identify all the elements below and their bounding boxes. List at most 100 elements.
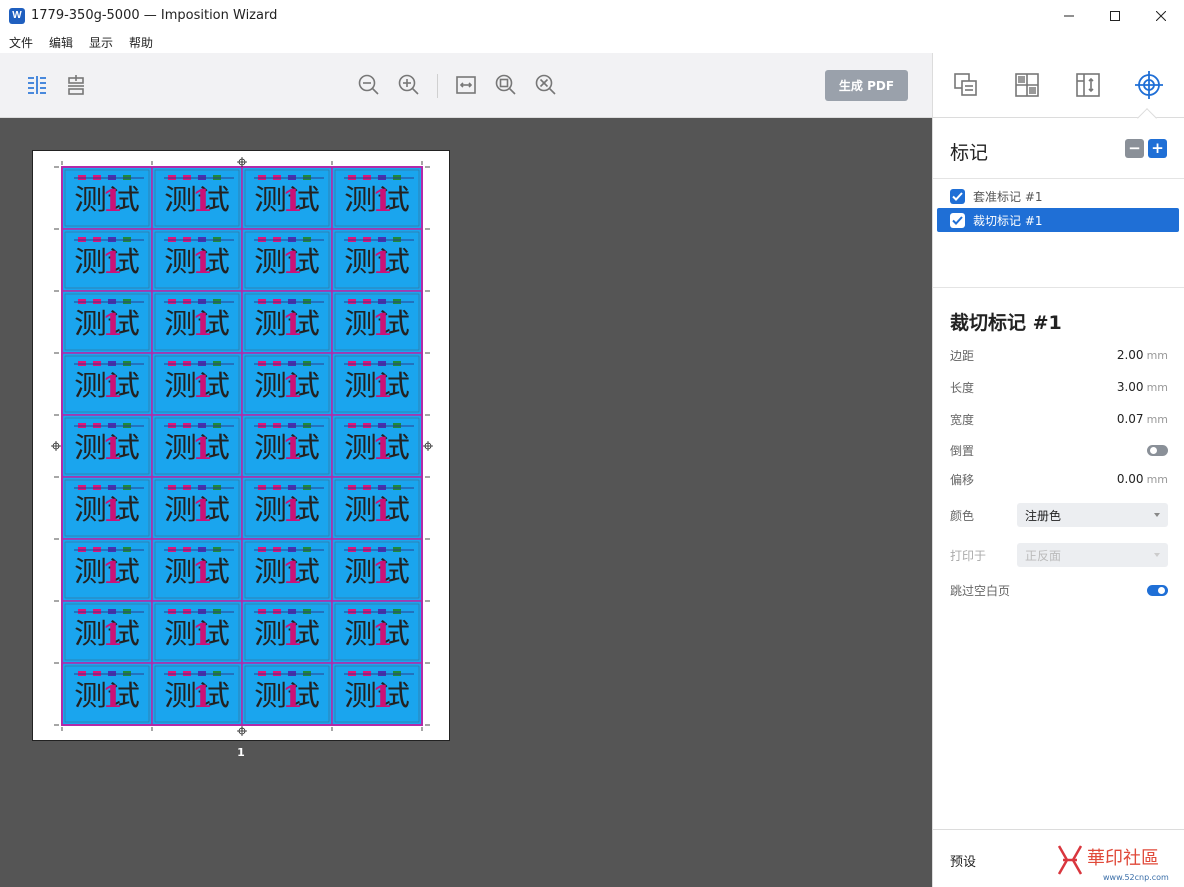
prop-label: 颜色 xyxy=(950,508,975,523)
prop-unit: mm xyxy=(1146,349,1168,362)
prop-unit: mm xyxy=(1146,381,1168,394)
prop-value: 0.07 xyxy=(1116,412,1144,426)
tab-sheet-size[interactable] xyxy=(1072,69,1104,101)
sheet-size-icon xyxy=(1076,73,1100,97)
tile-digit: 1 xyxy=(282,432,303,467)
fit-page-button[interactable] xyxy=(534,73,558,97)
remove-mark-button[interactable]: − xyxy=(1125,139,1144,158)
fit-page-icon xyxy=(535,74,556,95)
crosshair-marks-icon xyxy=(1135,71,1163,99)
mark-checkbox[interactable] xyxy=(950,188,965,204)
window-title: 1779-350g-5000 — Imposition Wizard xyxy=(31,8,278,23)
menu-view[interactable]: 显示 xyxy=(89,34,113,51)
tile-digit: 1 xyxy=(102,308,123,343)
zoom-out-button[interactable] xyxy=(357,73,381,97)
prop-print-on: 打印于 正反面 xyxy=(950,543,1168,567)
toolbar: 生成 PDF xyxy=(0,53,932,118)
tab-layout[interactable] xyxy=(1011,69,1043,101)
tile-digit: 1 xyxy=(282,680,303,715)
tab-pages[interactable] xyxy=(950,69,982,101)
menu-edit[interactable]: 编辑 xyxy=(49,34,73,51)
tile-digit: 1 xyxy=(282,184,303,219)
maximize-button[interactable] xyxy=(1092,0,1138,31)
mark-item-label: 裁切标记 #1 xyxy=(973,213,1043,228)
color-select[interactable]: 注册色 xyxy=(1017,503,1168,527)
tile-digit: 1 xyxy=(282,494,303,529)
select-value: 正反面 xyxy=(1025,548,1062,563)
toolbar-separator xyxy=(437,74,438,98)
menu-help[interactable]: 帮助 xyxy=(129,34,153,51)
close-button[interactable] xyxy=(1138,0,1184,31)
site-watermark-logo: 華印社區 www.52cnp.com xyxy=(1057,845,1169,882)
tile-digit: 1 xyxy=(372,370,393,405)
tile-digit: 1 xyxy=(102,184,123,219)
minimize-icon xyxy=(1064,15,1074,16)
chevron-down-icon xyxy=(1154,513,1160,517)
toggle-knob xyxy=(1150,446,1157,454)
mark-checkbox[interactable] xyxy=(950,212,965,228)
menu-file[interactable]: 文件 xyxy=(9,34,33,51)
prop-label: 边距 xyxy=(950,348,975,363)
invert-toggle[interactable] xyxy=(1147,444,1168,456)
sheet-page: 测试 1 测试 1 测试 1 测试 1 测试 1 测试 1 测试 1 测试 1 测试 1 测试 1 测试 1 测试 1 测试 1 测… xyxy=(32,150,450,741)
prop-label: 宽度 xyxy=(950,412,975,427)
prop-invert: 倒置 xyxy=(950,439,1168,461)
length-field[interactable]: 3.00 mm xyxy=(1117,380,1168,394)
properties-panel: 标记 − + 套准标记 #1 裁切标记 #1 裁切标记 #1 边距 2.00 mm… xyxy=(932,53,1184,887)
add-mark-button[interactable]: + xyxy=(1148,139,1167,158)
toggle-knob xyxy=(1158,586,1165,594)
prop-value: 0.00 xyxy=(1116,472,1144,486)
tile-digit: 1 xyxy=(372,246,393,281)
tile-digit: 1 xyxy=(102,556,123,591)
tile-digit: 1 xyxy=(102,494,123,529)
prop-unit: mm xyxy=(1146,413,1168,426)
imposition-preview: 测试1 测试1 测试1 测试1测试1 测试1 测试1 测试1测试1 测试1 测试1 测试1测试1 测… xyxy=(51,157,433,736)
layout-vertical-button[interactable] xyxy=(64,73,88,97)
prop-width: 宽度 0.07 mm xyxy=(950,408,1168,430)
page-number: 1 xyxy=(237,746,245,759)
prop-skip-blank: 跳过空白页 xyxy=(950,579,1168,601)
zoom-in-button[interactable] xyxy=(397,73,421,97)
tile-digit: 1 xyxy=(102,246,123,281)
tile-digit: 1 xyxy=(282,308,303,343)
layout-horizontal-button[interactable] xyxy=(25,73,49,97)
tile-digit: 1 xyxy=(282,246,303,281)
maximize-icon xyxy=(1110,10,1120,21)
prop-value: 2.00 xyxy=(1116,348,1144,362)
mark-item-registration[interactable]: 套准标记 #1 xyxy=(937,184,1179,208)
menu-bar: 文件 编辑 显示 帮助 xyxy=(0,31,1184,53)
tile-digit: 1 xyxy=(372,494,393,529)
tile-digit: 1 xyxy=(192,246,213,281)
presets-label[interactable]: 预设 xyxy=(950,851,976,870)
tile-digit: 1 xyxy=(192,308,213,343)
copy-pages-icon xyxy=(954,73,977,96)
mark-item-crop[interactable]: 裁切标记 #1 xyxy=(937,208,1179,232)
tile-digit: 1 xyxy=(192,370,213,405)
prop-label: 打印于 xyxy=(950,548,987,563)
panel-tabs xyxy=(933,53,1184,128)
tile-digit: 1 xyxy=(192,184,213,219)
tile-digit: 1 xyxy=(102,618,123,653)
prop-length: 长度 3.00 mm xyxy=(950,376,1168,398)
zoom-out-icon xyxy=(358,74,379,95)
tab-marks[interactable] xyxy=(1133,69,1165,101)
fit-width-button[interactable] xyxy=(454,73,478,97)
tile-digit: 1 xyxy=(282,618,303,653)
prop-label: 长度 xyxy=(950,380,975,395)
margin-field[interactable]: 2.00 mm xyxy=(1117,348,1168,362)
width-field[interactable]: 0.07 mm xyxy=(1117,412,1168,426)
minimize-button[interactable] xyxy=(1046,0,1092,31)
skip-blank-toggle[interactable] xyxy=(1147,584,1168,596)
tile-digit: 1 xyxy=(372,308,393,343)
tile-digit: 1 xyxy=(102,432,123,467)
offset-field[interactable]: 0.00 mm xyxy=(1117,472,1168,486)
mark-item-label: 套准标记 #1 xyxy=(973,189,1043,204)
marks-section-title: 标记 xyxy=(950,142,989,164)
tile-digit: 1 xyxy=(102,680,123,715)
layout-horizontal-icon xyxy=(28,76,46,94)
actual-size-button[interactable] xyxy=(494,73,518,97)
window-controls xyxy=(1046,0,1184,31)
watermark-text: 華印社區 xyxy=(1087,848,1159,869)
generate-pdf-button[interactable]: 生成 PDF xyxy=(825,70,908,101)
preview-canvas[interactable]: 测试 1 测试 1 测试 1 测试 1 测试 1 测试 1 测试 1 测试 1 测试 1 测试 1 测试 1 测试 1 测试 1 测… xyxy=(0,118,932,887)
